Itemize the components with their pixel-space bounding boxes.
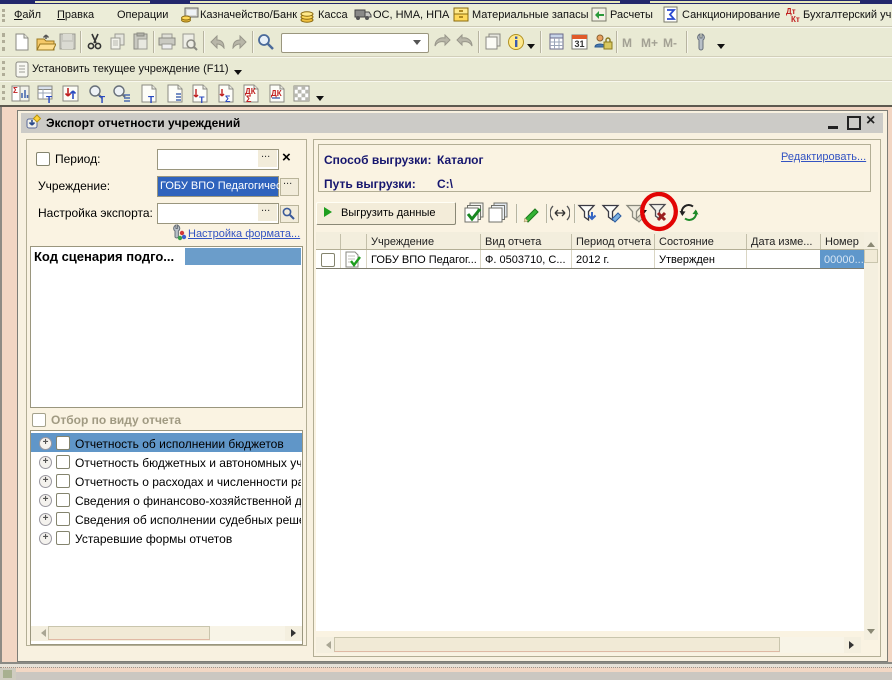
svg-text:T: T	[148, 95, 154, 104]
svg-text:T: T	[99, 95, 105, 104]
svg-text:Σ: Σ	[225, 94, 231, 104]
svg-text:T: T	[46, 95, 52, 104]
svg-text:T: T	[199, 95, 205, 104]
svg-text:Σ: Σ	[13, 86, 18, 95]
svg-text:ДК: ДК	[271, 89, 282, 98]
svg-text:31: 31	[575, 39, 585, 49]
svg-text:Кт: Кт	[791, 15, 800, 23]
svg-text:Σ: Σ	[246, 94, 252, 104]
